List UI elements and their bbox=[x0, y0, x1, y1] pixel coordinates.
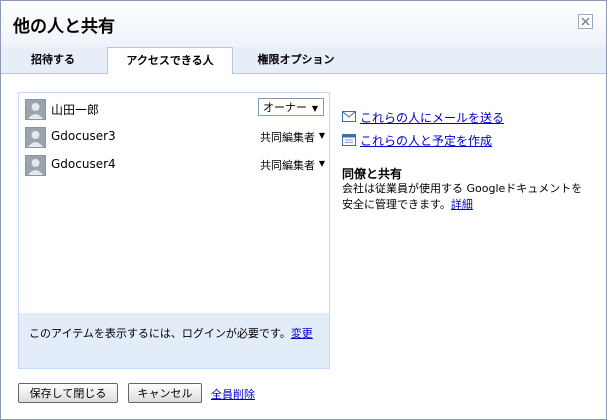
user-name: Gdocuser3 bbox=[51, 129, 116, 143]
notice-text: このアイテムを表示するには、ログインが必要です。変更 bbox=[29, 326, 319, 342]
details-link[interactable]: 詳細 bbox=[451, 198, 473, 211]
collaborator-role-select[interactable]: 共同編集者 ▼ bbox=[260, 129, 325, 145]
collaborator-role-select[interactable]: 共同編集者 ▼ bbox=[260, 157, 325, 173]
share-with-colleagues-text: 会社は従業員が使用する Googleドキュメントを安全に管理できます。詳細 bbox=[342, 181, 587, 213]
dialog-titlebar: 他の人と共有 bbox=[1, 1, 606, 47]
cancel-button[interactable]: キャンセル bbox=[128, 383, 202, 403]
mail-icon bbox=[342, 111, 356, 125]
login-notice: このアイテムを表示するには、ログインが必要です。変更 bbox=[19, 313, 329, 368]
tab-people-with-access[interactable]: アクセスできる人 bbox=[107, 47, 233, 75]
user-name: 山田一郎 bbox=[51, 103, 100, 117]
tab-invite[interactable]: 招待する bbox=[1, 47, 105, 73]
avatar-icon bbox=[25, 99, 46, 120]
calendar-icon bbox=[342, 134, 356, 149]
user-list: 山田一郎 オーナー ▼ Gdocuser3 共同編集者 ▼ Gdocuser4 共… bbox=[18, 92, 330, 369]
tab-pane: 山田一郎 オーナー ▼ Gdocuser3 共同編集者 ▼ Gdocuser4 共… bbox=[1, 74, 606, 419]
user-name: Gdocuser4 bbox=[51, 157, 116, 171]
tab-permission-options[interactable]: 権限オプション bbox=[234, 47, 358, 73]
chevron-down-icon: ▼ bbox=[318, 131, 325, 140]
role-label: オーナー bbox=[263, 101, 307, 114]
user-row: 山田一郎 オーナー ▼ bbox=[25, 98, 325, 120]
create-event-label[interactable]: これらの人と予定を作成 bbox=[360, 132, 492, 149]
user-row: Gdocuser4 共同編集者 ▼ bbox=[25, 154, 325, 176]
save-close-button[interactable]: 保存して閉じる bbox=[18, 383, 118, 403]
role-label: 共同編集者 bbox=[260, 131, 315, 144]
share-dialog: 他の人と共有 招待する アクセスできる人 権限オプション 山田一郎 オーナー ▼ bbox=[0, 0, 607, 420]
change-link[interactable]: 変更 bbox=[291, 327, 313, 340]
dialog-title: 他の人と共有 bbox=[13, 17, 115, 37]
user-row: Gdocuser3 共同編集者 ▼ bbox=[25, 126, 325, 148]
tab-bar: 招待する アクセスできる人 権限オプション bbox=[1, 47, 606, 75]
role-label: 共同編集者 bbox=[260, 159, 315, 172]
close-icon[interactable] bbox=[578, 14, 593, 29]
notice-message: このアイテムを表示するには、ログインが必要です。 bbox=[29, 327, 291, 340]
owner-role-select[interactable]: オーナー ▼ bbox=[258, 98, 324, 116]
avatar-icon bbox=[25, 127, 46, 148]
chevron-down-icon: ▼ bbox=[318, 159, 325, 168]
remove-all-link[interactable]: 全員削除 bbox=[211, 386, 255, 402]
chevron-down-icon: ▼ bbox=[311, 104, 318, 113]
email-people-label[interactable]: これらの人にメールを送る bbox=[360, 109, 504, 126]
share-with-colleagues-title: 同僚と共有 bbox=[342, 167, 403, 181]
avatar-icon bbox=[25, 155, 46, 176]
